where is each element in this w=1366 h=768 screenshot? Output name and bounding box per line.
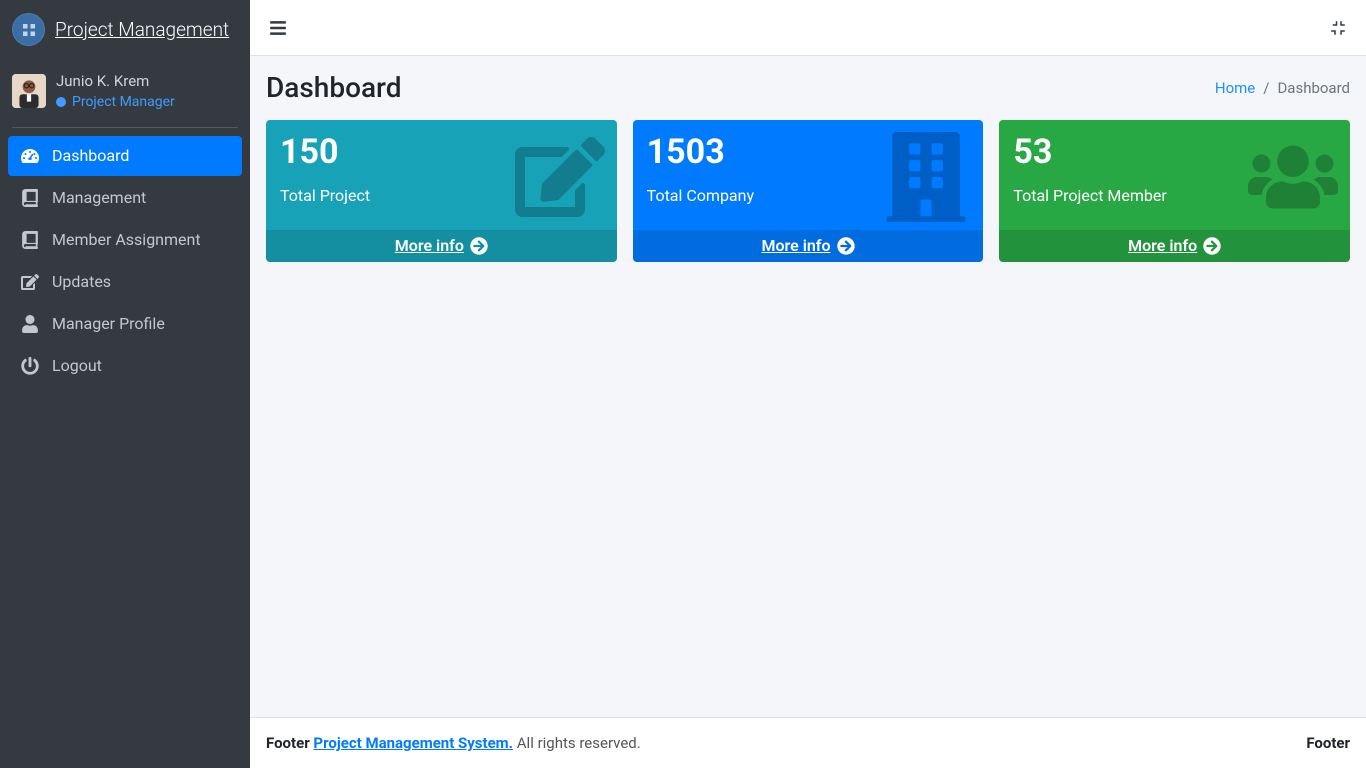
user-role[interactable]: Project Manager [56,94,175,111]
sidebar-item-manager-profile[interactable]: Manager Profile [8,304,242,344]
page-footer: Footer Project Management System. All ri… [250,717,1366,768]
content-header: Dashboard Home / Dashboard [250,56,1366,120]
card-total-company: 1503 Total Company More info [633,120,984,262]
more-info-label: More info [395,236,464,255]
topbar [250,0,1366,56]
footer-suffix: All rights reserved. [517,734,641,752]
arrow-circle-right-icon [837,237,855,255]
brand-link[interactable]: Project Management [0,0,250,60]
arrow-circle-right-icon [1203,237,1221,255]
content: 150 Total Project More info 1503 Total C… [250,120,1366,717]
card-more-info-link[interactable]: More info [266,230,617,262]
book-icon [20,188,40,208]
sidebar-item-label: Logout [52,356,102,375]
sidebar-nav: Dashboard Management Member Assignment [0,136,250,388]
card-more-info-link[interactable]: More info [999,230,1350,262]
power-icon [20,356,40,376]
card-value: 53 [1013,132,1336,172]
sidebar-item-label: Dashboard [52,146,129,165]
user-icon [20,314,40,334]
more-info-label: More info [761,236,830,255]
footer-right: Footer [1306,734,1350,752]
breadcrumb: Home / Dashboard [1215,79,1350,97]
user-name: Junio K. Krem [56,72,175,90]
card-label: Total Project Member [1013,186,1336,205]
card-label: Total Company [647,186,970,205]
sidebar-item-logout[interactable]: Logout [8,346,242,386]
sidebar-item-label: Member Assignment [52,230,201,249]
breadcrumb-home[interactable]: Home [1215,79,1255,97]
book-icon [20,230,40,250]
user-panel: Junio K. Krem Project Manager [0,60,250,127]
status-dot-icon [56,97,66,107]
card-label: Total Project [280,186,603,205]
gauge-icon [20,146,40,166]
sidebar-item-label: Management [52,188,146,207]
page-title: Dashboard [266,71,401,104]
arrow-circle-right-icon [470,237,488,255]
card-value: 150 [280,132,603,172]
sidebar-item-dashboard[interactable]: Dashboard [8,136,242,176]
user-role-label: Project Manager [72,94,175,111]
card-total-project-member: 53 Total Project Member More info [999,120,1350,262]
brand-title: Project Management [55,18,229,41]
footer-left: Footer Project Management System. All ri… [266,734,641,752]
footer-brand-link[interactable]: Project Management System. [313,734,513,752]
brand-logo-icon [12,13,45,46]
sidebar-divider [12,127,238,128]
breadcrumb-sep: / [1263,79,1269,97]
card-value: 1503 [647,132,970,172]
sidebar-item-management[interactable]: Management [8,178,242,218]
sidebar-item-updates[interactable]: Updates [8,262,242,302]
sidebar-item-label: Updates [52,272,111,291]
breadcrumb-current: Dashboard [1277,79,1350,97]
main-column: Dashboard Home / Dashboard 150 Total Pro… [250,0,1366,768]
avatar [12,74,46,108]
card-more-info-link[interactable]: More info [633,230,984,262]
compress-icon [1329,19,1347,37]
card-total-project: 150 Total Project More info [266,120,617,262]
more-info-label: More info [1128,236,1197,255]
footer-prefix: Footer [266,734,310,752]
fullscreen-exit-button[interactable] [1326,16,1350,40]
bars-icon [269,19,287,37]
menu-toggle-button[interactable] [266,16,290,40]
stat-cards: 150 Total Project More info 1503 Total C… [266,120,1350,262]
edit-icon [20,272,40,292]
sidebar: Project Management Junio K. Krem Project… [0,0,250,768]
footer-right-text: Footer [1306,734,1350,752]
sidebar-item-label: Manager Profile [52,314,165,333]
sidebar-item-member-assignment[interactable]: Member Assignment [8,220,242,260]
